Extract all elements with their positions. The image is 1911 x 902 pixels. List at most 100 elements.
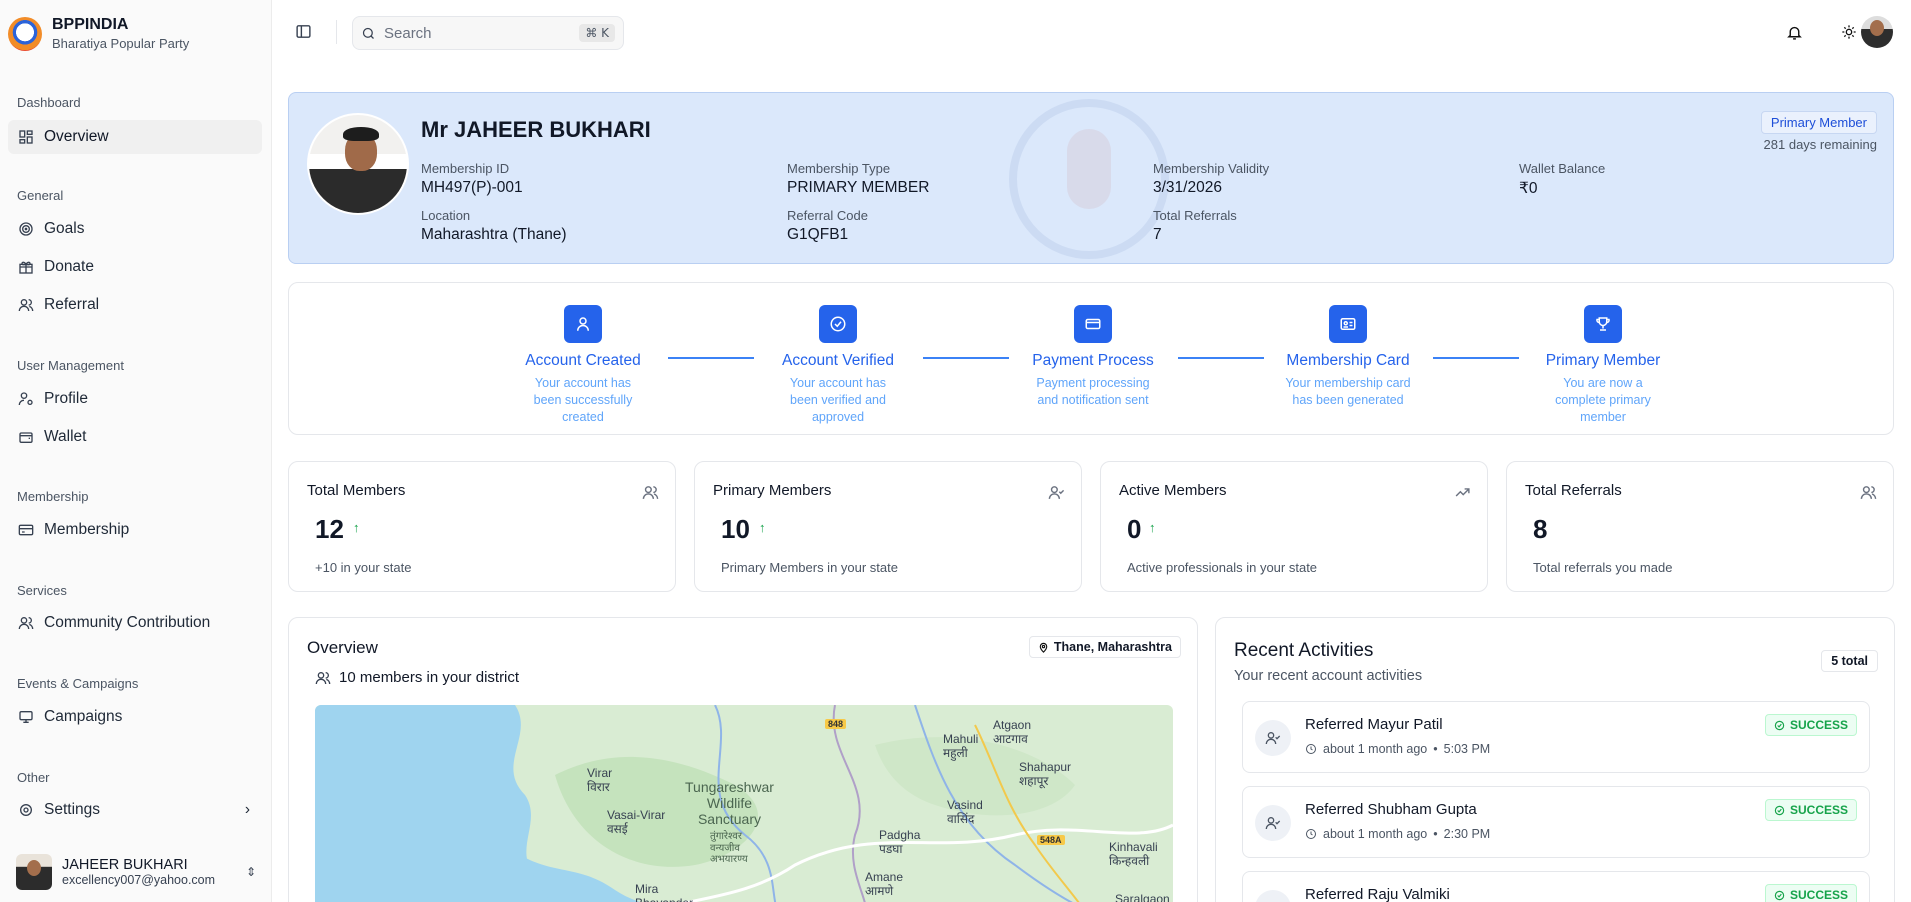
activity-time: 5:03 PM: [1443, 742, 1491, 756]
activity-item[interactable]: Referred Shubham Gupta about 1 month ago…: [1242, 786, 1870, 858]
nav-group-user-management: User Management: [17, 358, 124, 373]
sidebar-item-wallet[interactable]: Wallet: [8, 420, 262, 454]
search-input[interactable]: Search ⌘ K: [352, 16, 624, 50]
status-badge: SUCCESS: [1764, 714, 1857, 736]
activity-title: Referred Shubham Gupta: [1305, 801, 1477, 818]
step-icon: [1074, 305, 1112, 343]
users-icon: [18, 617, 34, 630]
check-circle-icon: [1774, 805, 1785, 815]
search-placeholder: Search: [384, 24, 432, 42]
users-icon: [18, 299, 34, 312]
user-menu[interactable]: JAHEER BUKHARI excellency007@yahoo.com ⇕: [16, 852, 256, 892]
sidebar-item-label: Wallet: [44, 428, 87, 445]
activity-item[interactable]: Referred Mayur Patil about 1 month ago •…: [1242, 701, 1870, 773]
profile-name: Mr JAHEER BUKHARI: [421, 117, 651, 142]
sidebar-item-membership[interactable]: Membership: [8, 513, 262, 547]
sidebar-item-goals[interactable]: Goals: [8, 212, 262, 246]
road-tag: 548A: [1037, 835, 1065, 845]
sidebar-item-referral[interactable]: Referral: [8, 288, 262, 322]
users-icon: [1860, 484, 1877, 506]
nav-group-membership: Membership: [17, 489, 89, 504]
sidebar-toggle-button[interactable]: [288, 16, 318, 46]
brand[interactable]: BPPINDIA Bharatiya Popular Party: [8, 16, 189, 51]
credit-card-icon: [18, 524, 34, 536]
district-map[interactable]: Virar विरार Tungareshwar Wildlife Sanctu…: [315, 705, 1173, 902]
activity-item[interactable]: Referred Raju Valmiki SUCCESS: [1242, 871, 1870, 902]
stat-value: 0: [1127, 514, 1142, 544]
field-membership-type: Membership Type PRIMARY MEMBER: [787, 161, 929, 197]
activities-title: Recent Activities: [1234, 640, 1374, 661]
separator-dot: •: [1433, 827, 1438, 841]
step-connector: [1433, 357, 1519, 359]
sidebar-item-label: Overview: [44, 128, 109, 145]
overview-title: Overview: [307, 638, 378, 657]
trend-up-icon: ↑: [353, 520, 360, 535]
status-badge: SUCCESS: [1764, 884, 1857, 902]
users-icon: [315, 671, 331, 684]
stat-note: Active professionals in your state: [1127, 560, 1318, 575]
field-value: PRIMARY MEMBER: [787, 179, 930, 196]
field-membership-validity: Membership Validity 3/31/2026: [1153, 161, 1269, 197]
step-icon: [564, 305, 602, 343]
step-account-verified: Account Verified Your account has been v…: [763, 305, 913, 426]
map-label-shahapur: Shahapur शहापूर: [1019, 760, 1072, 788]
sidebar-item-community-contribution[interactable]: Community Contribution: [8, 606, 262, 640]
sidebar-item-donate[interactable]: Donate: [8, 250, 262, 284]
step-description: Your account has been verified and appro…: [789, 376, 887, 424]
panel-left-icon: [295, 24, 311, 38]
search-shortcut: ⌘ K: [579, 24, 615, 42]
field-value: 7: [1153, 226, 1162, 243]
step-account-created: Account Created Your account has been su…: [508, 305, 658, 426]
membership-badge: Primary Member: [1760, 111, 1877, 134]
sidebar-item-label: Settings: [44, 801, 101, 818]
step-membership-card: Membership Card Your membership card has…: [1273, 305, 1423, 409]
step-icon: [1584, 305, 1622, 343]
step-title: Account Created: [525, 352, 641, 369]
theme-toggle-button[interactable]: [1835, 18, 1863, 46]
users-icon: [642, 484, 659, 506]
activity-meta: about 1 month ago • 5:03 PM: [1305, 742, 1490, 756]
trending-up-icon: [1454, 484, 1471, 506]
nav-group-dashboard: Dashboard: [17, 95, 81, 110]
map-label-mira: Mira Bhayander: [635, 882, 693, 902]
profile-card: Mr JAHEER BUKHARI Membership ID MH497(P)…: [288, 92, 1894, 264]
sidebar-item-campaigns[interactable]: Campaigns: [8, 700, 262, 734]
overview-card: Overview Thane, Maharashtra 10 members i…: [288, 617, 1198, 902]
notifications-button[interactable]: [1780, 18, 1808, 46]
gift-icon: [19, 261, 33, 274]
credit-card-icon: [1085, 318, 1101, 330]
activity-title: Referred Raju Valmiki: [1305, 886, 1450, 902]
field-value: G1QFB1: [787, 226, 849, 243]
id-card-icon: [1340, 318, 1356, 330]
party-logo: [8, 16, 42, 51]
step-icon: [819, 305, 857, 343]
clock-icon: [1306, 744, 1316, 754]
map-label-virar: Virar विरार: [587, 766, 613, 794]
activities-count-badge: 5 total: [1821, 650, 1878, 672]
stat-title: Total Members: [307, 482, 406, 499]
status-label: SUCCESS: [1789, 888, 1848, 902]
avatar[interactable]: [1861, 16, 1893, 48]
sidebar-item-overview[interactable]: Overview: [8, 120, 262, 154]
field-referral-code: Referral Code G1QFB1: [787, 208, 868, 244]
sidebar-item-settings[interactable]: Settings ›: [8, 793, 262, 827]
field-value: MH497(P)-001: [421, 179, 523, 196]
user-check-icon: [1255, 890, 1291, 902]
field-label: Wallet Balance: [1519, 161, 1606, 176]
step-icon: [1329, 305, 1367, 343]
user-name: JAHEER BUKHARI: [62, 857, 188, 873]
wallet-icon: [19, 432, 33, 443]
step-title: Payment Process: [1032, 352, 1154, 369]
field-label: Membership ID: [421, 161, 510, 176]
step-description: Payment processing and notification sent: [1036, 376, 1150, 407]
clock-icon: [1306, 829, 1316, 839]
sidebar-item-profile[interactable]: Profile: [8, 382, 262, 416]
stat-card-active-members: Active Members 0 ↑ Active professionals …: [1100, 461, 1488, 592]
trend-up-icon: ↑: [759, 520, 766, 535]
stat-note: Total referrals you made: [1533, 560, 1673, 575]
gear-icon: [20, 804, 32, 816]
avatar: [16, 854, 52, 890]
field-value: 3/31/2026: [1153, 179, 1222, 196]
map-label-kinhavali: Kinhavali किन्हवली: [1109, 840, 1158, 868]
field-label: Total Referrals: [1153, 208, 1237, 223]
